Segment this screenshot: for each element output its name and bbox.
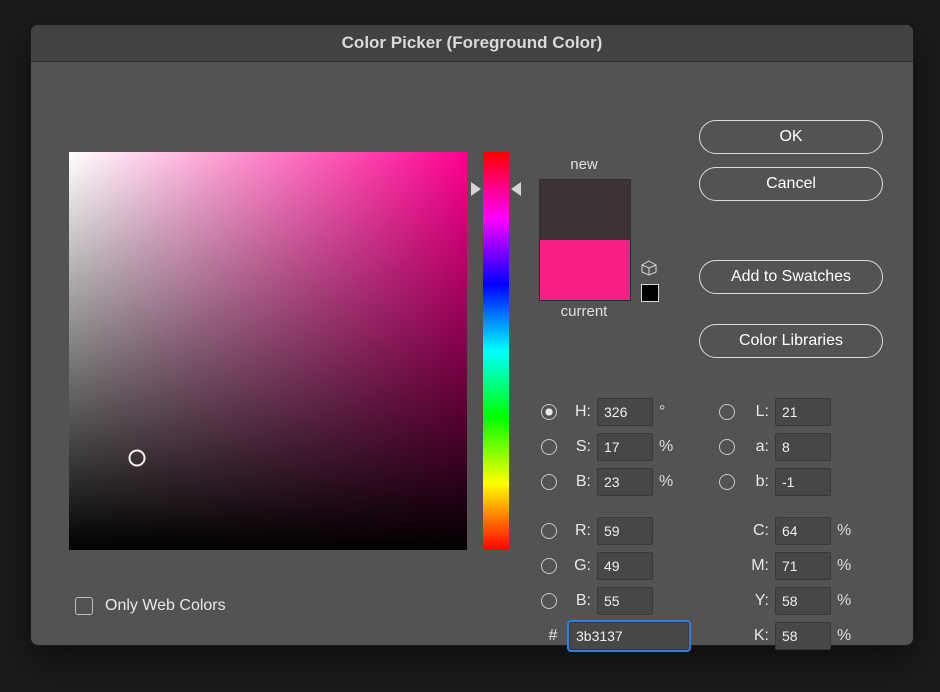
l-label: L: <box>739 403 775 421</box>
color-libraries-button[interactable]: Color Libraries <box>699 324 883 358</box>
brgb-input[interactable] <box>597 587 653 615</box>
color-field-cursor <box>128 450 145 467</box>
model-h-radio[interactable] <box>541 404 557 420</box>
ok-button[interactable]: OK <box>699 120 883 154</box>
g-label: G: <box>561 557 597 575</box>
hue-slider-handle-right-icon[interactable] <box>511 182 521 196</box>
s-unit: % <box>653 438 683 456</box>
model-b-hsb-radio[interactable] <box>541 474 557 490</box>
hex-row: # <box>537 622 689 650</box>
l-input[interactable] <box>775 398 831 426</box>
swatch-new <box>540 180 630 240</box>
model-b-lab-radio[interactable] <box>719 474 735 490</box>
hex-input[interactable] <box>569 622 689 650</box>
blab-input[interactable] <box>775 468 831 496</box>
m-label: M: <box>739 557 775 575</box>
only-web-colors-label: Only Web Colors <box>105 597 226 615</box>
s-input[interactable] <box>597 433 653 461</box>
a-input[interactable] <box>775 433 831 461</box>
only-web-colors-checkbox[interactable]: Only Web Colors <box>75 597 226 615</box>
dialog-title: Color Picker (Foreground Color) <box>31 25 913 62</box>
g-input[interactable] <box>597 552 653 580</box>
hue-slider-handle-left-icon[interactable] <box>471 182 481 196</box>
swatch-current[interactable] <box>540 240 630 300</box>
color-values-panel: H: ° L: S: % <box>537 397 861 656</box>
checkbox-icon <box>75 597 93 615</box>
y-label: Y: <box>739 592 775 610</box>
model-l-radio[interactable] <box>719 404 735 420</box>
k-unit: % <box>831 627 861 645</box>
h-label: H: <box>561 403 597 421</box>
bhsb-unit: % <box>653 473 683 491</box>
model-b-rgb-radio[interactable] <box>541 593 557 609</box>
h-unit: ° <box>653 403 683 421</box>
m-input[interactable] <box>775 552 831 580</box>
bw-swatch-icon[interactable] <box>641 284 659 302</box>
h-input[interactable] <box>597 398 653 426</box>
s-label: S: <box>561 438 597 456</box>
y-input[interactable] <box>775 587 831 615</box>
a-label: a: <box>739 438 775 456</box>
r-label: R: <box>561 522 597 540</box>
k-label: K: <box>739 627 775 645</box>
swatch-current-label: current <box>539 303 629 320</box>
add-to-swatches-button[interactable]: Add to Swatches <box>699 260 883 294</box>
color-picker-dialog: Color Picker (Foreground Color) new curr… <box>30 24 914 646</box>
k-input[interactable] <box>775 622 831 650</box>
swatch-compare <box>539 179 631 301</box>
model-a-radio[interactable] <box>719 439 735 455</box>
color-field[interactable] <box>69 152 467 550</box>
hex-hash-label: # <box>537 627 569 645</box>
model-g-radio[interactable] <box>541 558 557 574</box>
gamut-warning-cube-icon[interactable] <box>641 260 657 276</box>
m-unit: % <box>831 557 861 575</box>
dialog-content: new current OK Cancel Add to Swatches Co… <box>31 62 913 646</box>
c-label: C: <box>739 522 775 540</box>
hue-slider[interactable] <box>483 152 509 550</box>
brgb-label: B: <box>561 592 597 610</box>
blab-label: b: <box>739 473 775 491</box>
c-input[interactable] <box>775 517 831 545</box>
bhsb-label: B: <box>561 473 597 491</box>
cancel-button[interactable]: Cancel <box>699 167 883 201</box>
swatch-new-label: new <box>539 156 629 173</box>
r-input[interactable] <box>597 517 653 545</box>
bhsb-input[interactable] <box>597 468 653 496</box>
y-unit: % <box>831 592 861 610</box>
c-unit: % <box>831 522 861 540</box>
model-r-radio[interactable] <box>541 523 557 539</box>
model-s-radio[interactable] <box>541 439 557 455</box>
